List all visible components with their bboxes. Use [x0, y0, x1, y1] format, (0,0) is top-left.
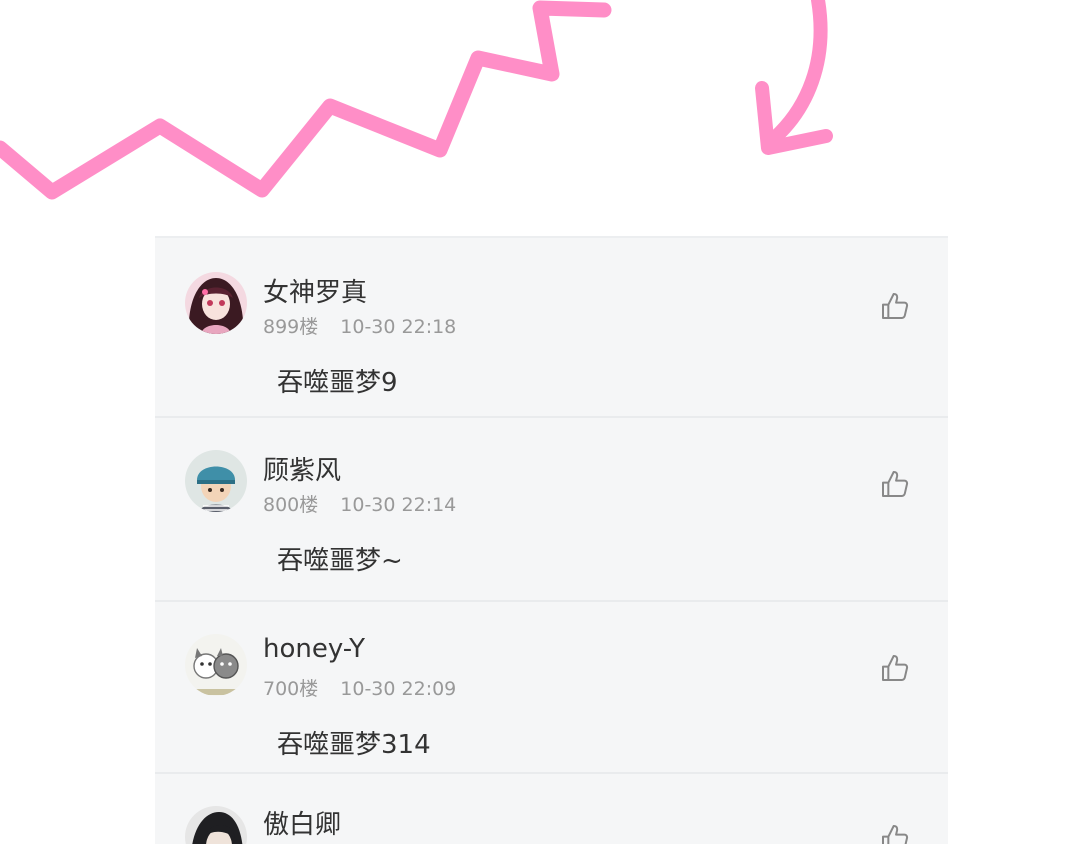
timestamp: 10-30 22:18	[340, 316, 457, 338]
comment-list: 女神罗真 899楼 10-30 22:18 吞噬噩梦9 顾紫风 800楼 10-…	[155, 236, 948, 844]
username[interactable]: 女神罗真	[263, 272, 367, 309]
comment-meta: 700楼 10-30 22:09	[263, 674, 456, 701]
timestamp: 10-30 22:09	[340, 678, 457, 700]
floor-number: 700楼	[263, 678, 319, 700]
pink-zigzag-arrow-doodle	[0, 0, 833, 200]
floor-number: 899楼	[263, 316, 319, 338]
comment-text: 吞噬噩梦~	[277, 546, 403, 576]
username[interactable]: honey-Y	[263, 634, 365, 664]
avatar-cartoon-animals-icon	[185, 634, 247, 696]
avatar-girl-pink-hair-icon	[185, 272, 247, 334]
comment-text: 吞噬噩梦314	[277, 730, 431, 760]
thumbs-up-icon[interactable]	[879, 290, 911, 322]
avatar[interactable]	[185, 272, 247, 334]
thumbs-up-icon[interactable]	[879, 822, 911, 844]
timestamp: 10-30 22:14	[340, 494, 457, 516]
avatar-dark-hair-icon	[185, 806, 247, 844]
comment-item: 顾紫风 800楼 10-30 22:14 吞噬噩梦~	[155, 418, 948, 602]
comment-item: 傲白卿	[155, 774, 948, 844]
username[interactable]: 顾紫风	[263, 450, 341, 487]
screenshot-canvas: 女神罗真 899楼 10-30 22:18 吞噬噩梦9 顾紫风 800楼 10-…	[0, 0, 1080, 844]
comment-meta: 800楼 10-30 22:14	[263, 490, 456, 517]
floor-number: 800楼	[263, 494, 319, 516]
thumbs-up-icon[interactable]	[879, 468, 911, 500]
comment-text: 吞噬噩梦9	[277, 368, 398, 398]
comment-item: honey-Y 700楼 10-30 22:09 吞噬噩梦314	[155, 602, 948, 774]
avatar[interactable]	[185, 634, 247, 696]
comment-item: 女神罗真 899楼 10-30 22:18 吞噬噩梦9	[155, 238, 948, 418]
thumbs-up-icon[interactable]	[879, 652, 911, 684]
avatar[interactable]	[185, 806, 247, 844]
comment-meta: 899楼 10-30 22:18	[263, 312, 456, 339]
username[interactable]: 傲白卿	[263, 804, 341, 841]
avatar-child-helmet-icon	[185, 450, 247, 512]
avatar[interactable]	[185, 450, 247, 512]
